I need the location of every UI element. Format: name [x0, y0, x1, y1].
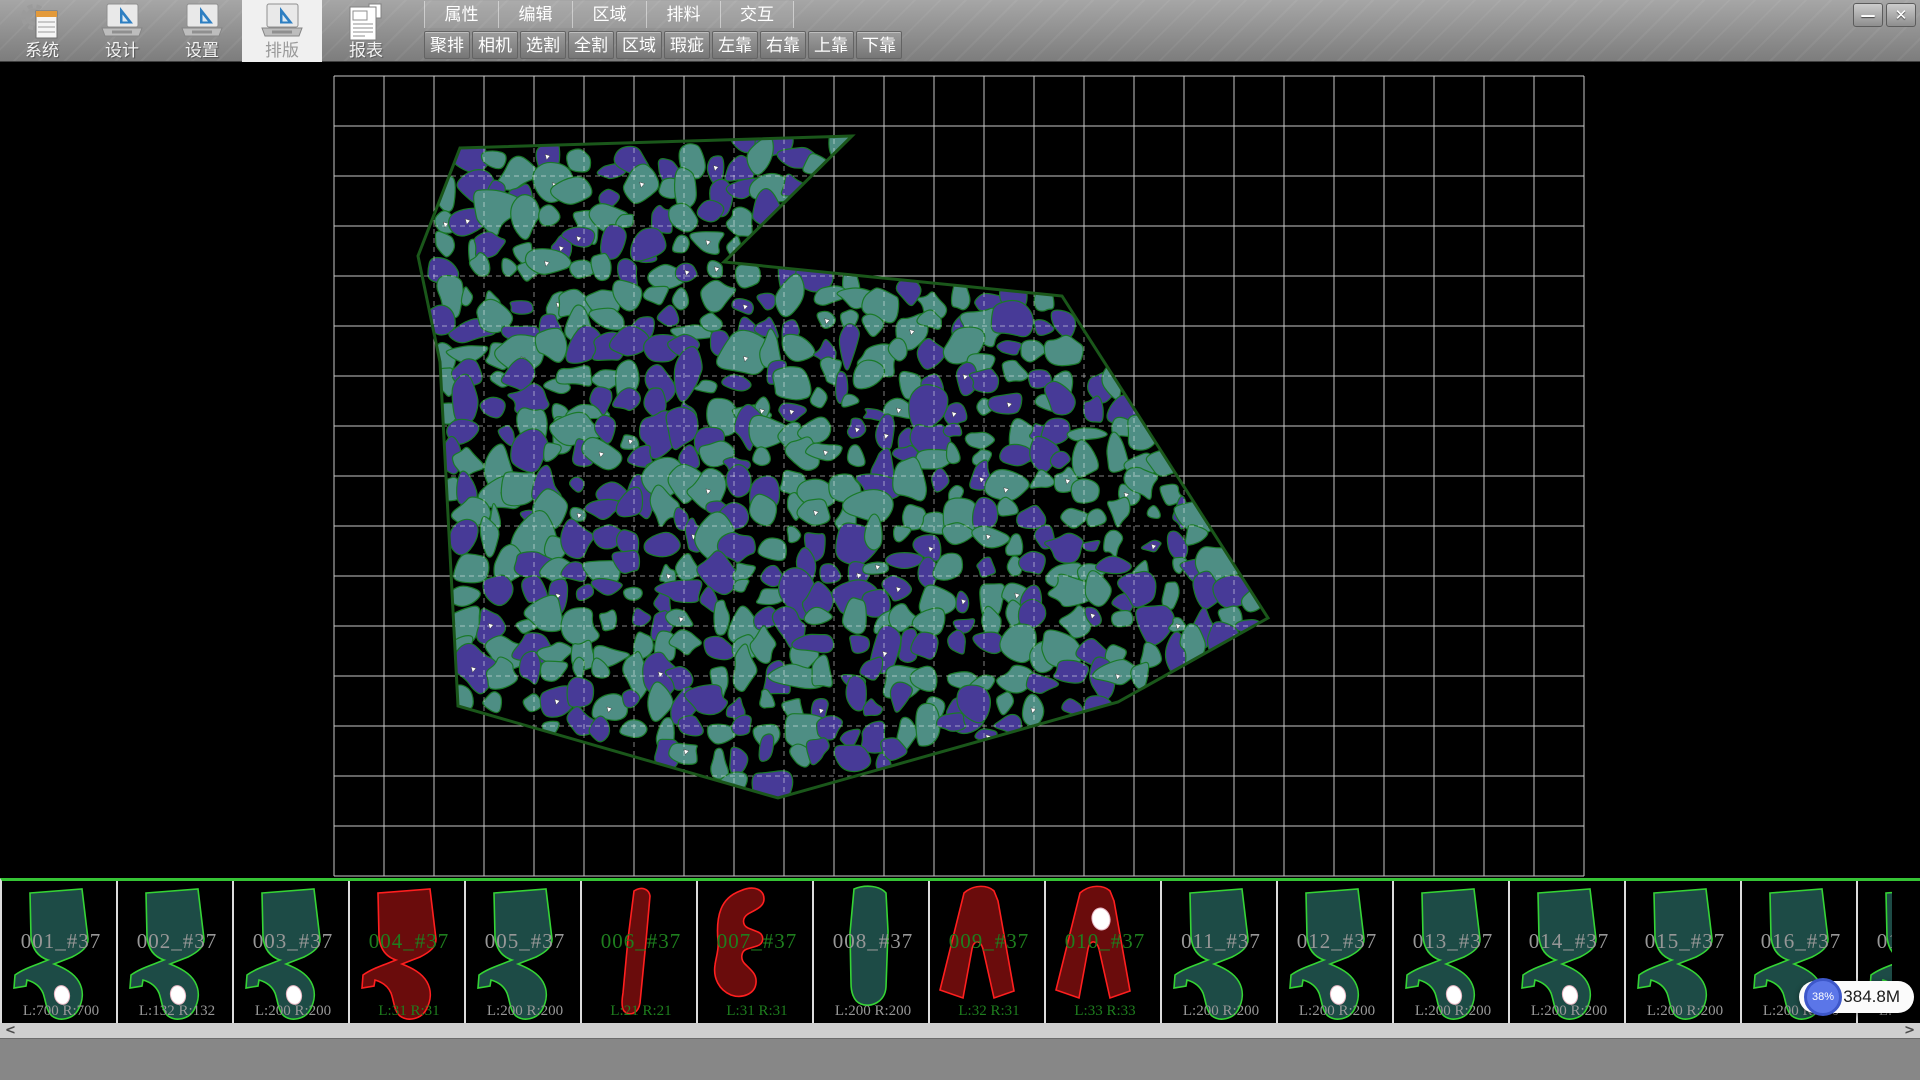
action-button-3[interactable]: 选割: [520, 31, 566, 59]
action-button-8[interactable]: 右靠: [760, 31, 806, 59]
piece-lr-count: L:21 R:21: [582, 1003, 698, 1020]
design-icon: [99, 2, 145, 42]
piece-thumbnail-006_#37[interactable]: 006_#37 L:21 R:21: [582, 881, 698, 1023]
piece-thumbnail-strip: 001_#37L:700 R:700002_#37L:132 R:132003_…: [0, 878, 1920, 1023]
piece-thumbnail-010_#37[interactable]: 010_#37 L:33 R:33: [1046, 881, 1162, 1023]
application-window: 系统设计设置排版报表 属性编辑区域排料交互 聚排相机选割全割区域瑕疵左靠右靠上靠…: [0, 0, 1920, 1080]
piece-thumbnail-004_#37[interactable]: 004_#37 L:31 R:31: [350, 881, 466, 1023]
piece-thumbnail-012_#37[interactable]: 012_#37 L:200 R:200: [1278, 881, 1394, 1023]
piece-id-label: 004_#37: [350, 929, 466, 954]
piece-lr-count: L:31 R:31: [698, 1003, 814, 1020]
app-button-label: 报表: [349, 42, 383, 60]
piece-id-label: 016_#37: [1742, 929, 1858, 954]
menu-tab-2[interactable]: 编辑: [498, 1, 572, 28]
action-button-4[interactable]: 全割: [568, 31, 614, 59]
app-button-label: 设计: [105, 42, 139, 60]
nesting-icon: [259, 2, 305, 42]
close-button[interactable]: ✕: [1886, 3, 1916, 27]
piece-id-label: 006_#37: [582, 929, 698, 954]
action-button-6[interactable]: 瑕疵: [664, 31, 710, 59]
scroll-left-arrow-icon[interactable]: <: [0, 1023, 21, 1038]
scroll-right-arrow-icon[interactable]: >: [1899, 1023, 1920, 1038]
piece-id-label: 015_#37: [1626, 929, 1742, 954]
action-button-9[interactable]: 上靠: [808, 31, 854, 59]
piece-id-label: 013_#37: [1394, 929, 1510, 954]
piece-lr-count: L:200 R:200: [1626, 1003, 1742, 1020]
piece-lr-count: L:33 R:33: [1046, 1003, 1162, 1020]
piece-lr-count: L:32 R:31: [930, 1003, 1046, 1020]
action-button-row: 聚排相机选割全割区域瑕疵左靠右靠上靠下靠: [424, 31, 902, 59]
minimize-button[interactable]: —: [1853, 3, 1883, 27]
piece-thumbnail-003_#37[interactable]: 003_#37 L:200 R:200: [234, 881, 350, 1023]
nesting-canvas-svg[interactable]: [0, 62, 1920, 878]
piece-thumbnail-008_#37[interactable]: 008_#37 L:200 R:200: [814, 881, 930, 1023]
piece-id-label: 017_#37: [1858, 929, 1892, 954]
action-button-5[interactable]: 区域: [616, 31, 662, 59]
piece-id-label: 001_#37: [2, 929, 118, 954]
piece-lr-count: L:31 R:31: [350, 1003, 466, 1020]
piece-thumbnail-011_#37[interactable]: 011_#37 L:200 R:200: [1162, 881, 1278, 1023]
app-button-settings[interactable]: 设置: [162, 0, 242, 62]
piece-thumbnail-015_#37[interactable]: 015_#37 L:200 R:200: [1626, 881, 1742, 1023]
app-button-nesting[interactable]: 排版: [242, 0, 322, 62]
piece-lr-count: L:200 R:200: [234, 1003, 350, 1020]
piece-thumbnail-002_#37[interactable]: 002_#37 L:132 R:132: [118, 881, 234, 1023]
menu-tab-5[interactable]: 交互: [720, 1, 794, 28]
report-icon: [343, 2, 389, 42]
menu-tab-1[interactable]: 属性: [424, 1, 498, 28]
app-button-report[interactable]: 报表: [326, 0, 406, 62]
piece-lr-count: L:200 R:200: [1510, 1003, 1626, 1020]
piece-thumbnail-013_#37[interactable]: 013_#37 L:200 R:200: [1394, 881, 1510, 1023]
piece-thumbnail-009_#37[interactable]: 009_#37 L:32 R:31: [930, 881, 1046, 1023]
piece-id-label: 003_#37: [234, 929, 350, 954]
piece-id-label: 012_#37: [1278, 929, 1394, 954]
app-button-design[interactable]: 设计: [82, 0, 162, 62]
action-button-10[interactable]: 下靠: [856, 31, 902, 59]
piece-lr-count: L:132 R:132: [118, 1003, 234, 1020]
main-toolbar: 系统设计设置排版报表 属性编辑区域排料交互 聚排相机选割全割区域瑕疵左靠右靠上靠…: [0, 0, 1920, 62]
piece-id-label: 005_#37: [466, 929, 582, 954]
settings-icon: [179, 2, 225, 42]
piece-lr-count: L:200 R:200: [1278, 1003, 1394, 1020]
piece-id-label: 011_#37: [1162, 929, 1278, 954]
piece-lr-count: L:200 R:200: [814, 1003, 930, 1020]
action-button-1[interactable]: 聚排: [424, 31, 470, 59]
window-controls: — ✕: [1853, 3, 1916, 27]
piece-id-label: 002_#37: [118, 929, 234, 954]
piece-lr-count: L:200 R:200: [466, 1003, 582, 1020]
app-button-label: 设置: [185, 42, 219, 60]
action-button-7[interactable]: 左靠: [712, 31, 758, 59]
piece-id-label: 014_#37: [1510, 929, 1626, 954]
piece-id-label: 009_#37: [930, 929, 1046, 954]
piece-lr-count: L:200 R:200: [1162, 1003, 1278, 1020]
menu-tab-row: 属性编辑区域排料交互: [424, 1, 902, 28]
piece-thumbnail-014_#37[interactable]: 014_#37 L:200 R:200: [1510, 881, 1626, 1023]
piece-lr-count: L:200 R:200: [1394, 1003, 1510, 1020]
piece-thumbnail-005_#37[interactable]: 005_#37 L:200 R:200: [466, 881, 582, 1023]
nesting-canvas[interactable]: [0, 62, 1920, 878]
piece-lr-count: L:700 R:700: [2, 1003, 118, 1020]
app-button-label: 排版: [265, 42, 299, 60]
action-button-2[interactable]: 相机: [472, 31, 518, 59]
horizontal-scrollbar[interactable]: < >: [0, 1023, 1920, 1038]
menu-area: 属性编辑区域排料交互 聚排相机选割全割区域瑕疵左靠右靠上靠下靠: [424, 1, 902, 59]
status-bar: [0, 1038, 1920, 1080]
piece-id-label: 010_#37: [1046, 929, 1162, 954]
app-mode-buttons: 系统 设计 设置 排版 报表: [2, 0, 406, 62]
piece-id-label: 008_#37: [814, 929, 930, 954]
system-icon: [19, 2, 65, 42]
piece-thumbnail-007_#37[interactable]: 007_#37 L:31 R:31: [698, 881, 814, 1023]
menu-tab-3[interactable]: 区域: [572, 1, 646, 28]
progress-percent-badge: 38%: [1804, 978, 1842, 1016]
menu-tab-4[interactable]: 排料: [646, 1, 720, 28]
piece-thumbnail-001_#37[interactable]: 001_#37 L:700 R:700: [2, 881, 118, 1023]
piece-id-label: 007_#37: [698, 929, 814, 954]
app-button-label: 系统: [25, 42, 59, 60]
app-button-system[interactable]: 系统: [2, 0, 82, 62]
